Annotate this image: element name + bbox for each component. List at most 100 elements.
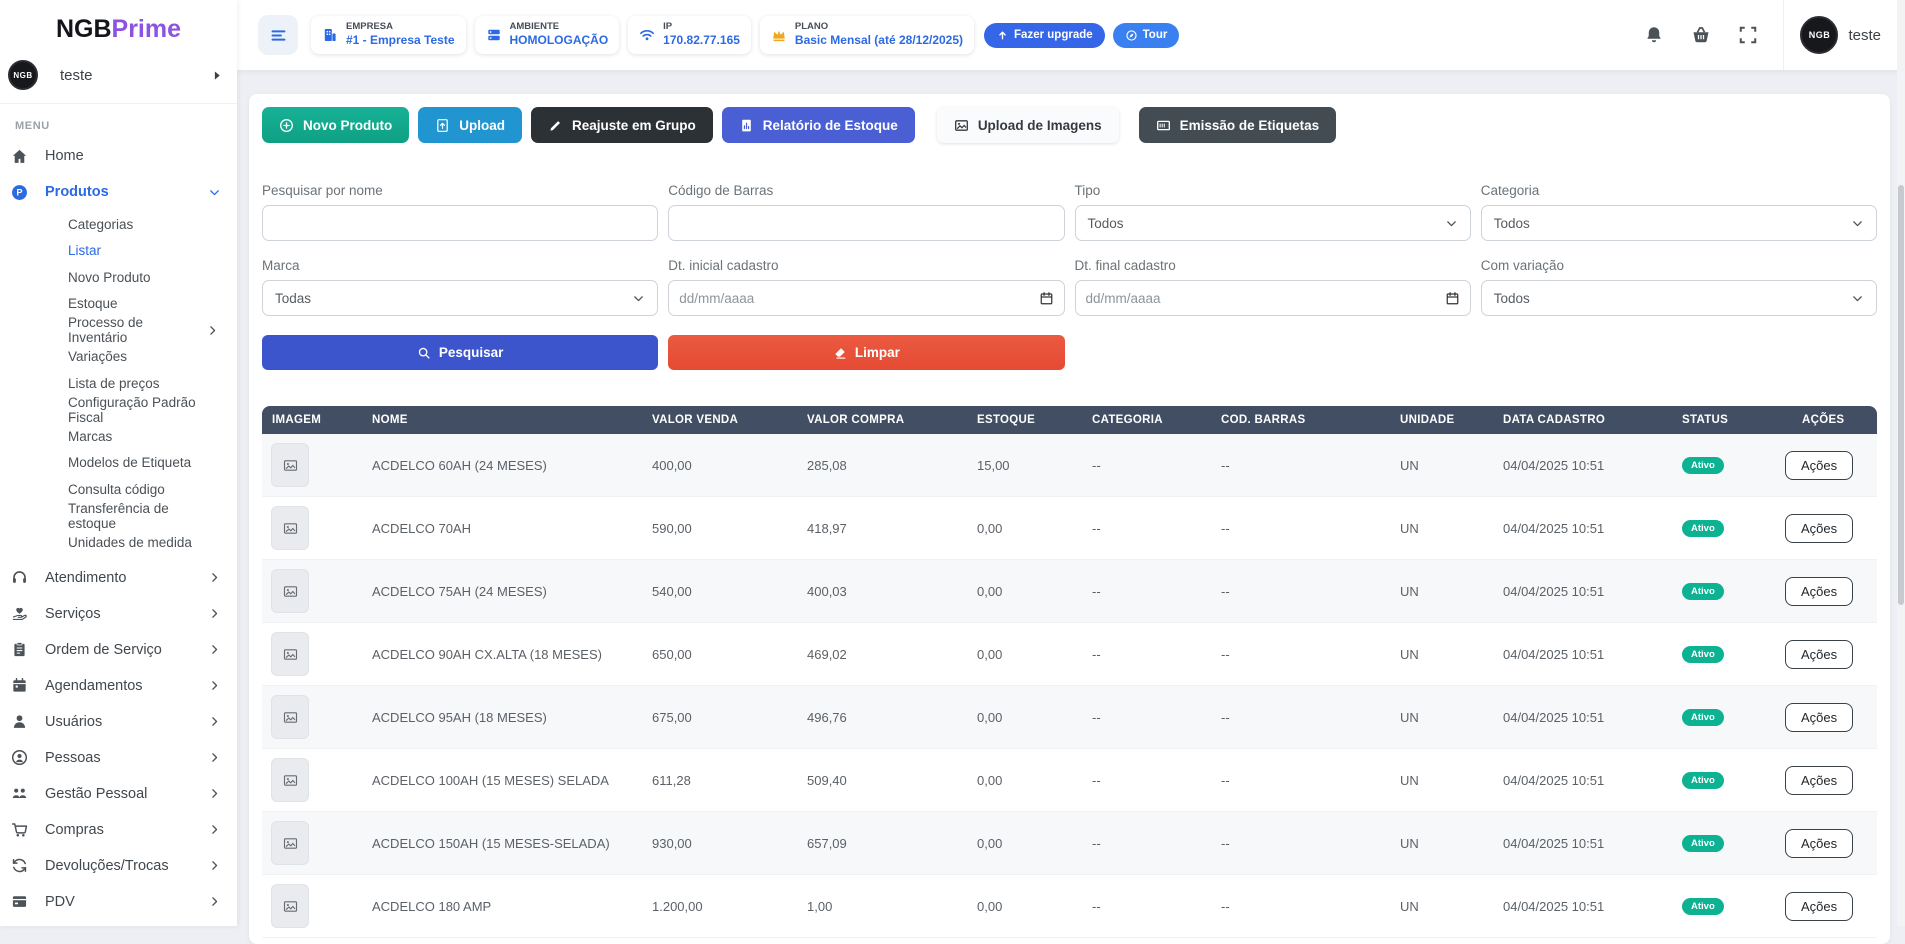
chevron-down-icon <box>208 186 221 199</box>
emissao-de-etiquetas-button[interactable]: Emissão de Etiquetas <box>1139 107 1337 143</box>
arrow-up-icon <box>996 29 1009 42</box>
sidebar-item-categorias[interactable]: Categorias <box>0 211 237 238</box>
product-image-placeholder[interactable] <box>271 443 309 487</box>
upload-de-imagens-button[interactable]: Upload de Imagens <box>937 107 1119 143</box>
product-image-placeholder[interactable] <box>271 569 309 613</box>
row-actions-button[interactable]: Ações <box>1785 640 1853 669</box>
sidebar-item-estoque[interactable]: Estoque <box>0 291 237 318</box>
filter-label: Marca <box>262 258 658 273</box>
row-actions-button[interactable]: Ações <box>1785 766 1853 795</box>
row-actions-button[interactable]: Ações <box>1785 703 1853 732</box>
marca-select[interactable]: Todas <box>262 280 658 316</box>
cell-cod-barras: -- <box>1201 710 1380 725</box>
product-image-placeholder[interactable] <box>271 632 309 676</box>
product-image-placeholder[interactable] <box>271 758 309 802</box>
products-card: Novo ProdutoUpload Reajuste em Grupo Relat… <box>249 94 1890 944</box>
services-icon <box>11 605 28 622</box>
sidebar-item-modelos-de-etiqueta[interactable]: Modelos de Etiqueta <box>0 450 237 477</box>
sidebar-item-pdv[interactable]: PDV <box>0 884 237 920</box>
sidebar-item-novo-produto[interactable]: Novo Produto <box>0 264 237 291</box>
codigo-de-barras-input[interactable] <box>668 205 1064 241</box>
cell-estoque: 0,00 <box>957 647 1072 662</box>
clear-button[interactable]: Limpar <box>668 335 1064 370</box>
logo-text-accent: Prime <box>112 15 181 43</box>
dt-inicial-cadastro-input[interactable]: dd/mm/aaaa <box>668 280 1064 316</box>
sidebar-item-servicos[interactable]: Serviços <box>0 596 237 632</box>
env-chip-empresa[interactable]: EMPRESA#1 - Empresa Teste <box>311 16 466 54</box>
env-chip-ip[interactable]: IP170.82.77.165 <box>628 16 751 54</box>
page-scrollbar[interactable] <box>1897 0 1905 926</box>
sidebar-item-lista-de-precos[interactable]: Lista de preços <box>0 370 237 397</box>
row-actions-button[interactable]: Ações <box>1785 829 1853 858</box>
tour-button[interactable]: Tour <box>1113 23 1180 48</box>
sidebar-item-variacoes[interactable]: Variações <box>0 344 237 371</box>
sidebar-item-processo-de-inventario[interactable]: Processo de Inventário <box>0 317 237 344</box>
sidebar-item-atendimento[interactable]: Atendimento <box>0 560 237 596</box>
cell-data-cadastro: 04/04/2025 10:51 <box>1483 458 1662 473</box>
server-icon <box>486 27 502 43</box>
headset-icon <box>11 569 28 586</box>
env-chip-ambiente[interactable]: AMBIENTEHOMOLOGAÇÃO <box>475 16 620 54</box>
fullscreen-button[interactable] <box>1738 25 1758 45</box>
row-actions-button[interactable]: Ações <box>1785 577 1853 606</box>
sidebar-item-pessoas[interactable]: Pessoas <box>0 740 237 776</box>
chevron-right-icon <box>208 823 221 836</box>
plus-circle-icon <box>279 118 294 133</box>
chevron-right-icon <box>208 571 221 584</box>
row-actions-button[interactable]: Ações <box>1785 451 1853 480</box>
sidebar: NGBPrime NGB teste MENU HomePProdutosCat… <box>0 0 237 926</box>
sidebar-item-produtos[interactable]: PProdutos <box>0 174 237 210</box>
upgrade-button[interactable]: Fazer upgrade <box>984 23 1105 48</box>
pesquisar-por-nome-input[interactable] <box>262 205 658 241</box>
filter-field-dt-final-cadastro: Dt. final cadastrodd/mm/aaaa <box>1075 258 1471 316</box>
sidebar-item-unidades-de-medida[interactable]: Unidades de medida <box>0 529 237 556</box>
button-label: Reajuste em Grupo <box>572 118 696 133</box>
row-actions-button[interactable]: Ações <box>1785 514 1853 543</box>
upload-button[interactable]: Upload <box>418 107 522 143</box>
sidebar-item-devolucoes-trocas[interactable]: Devoluções/Trocas <box>0 848 237 884</box>
sidebar-item-home[interactable]: Home <box>0 138 237 174</box>
chip-label: AMBIENTE <box>510 21 609 33</box>
logo-text-bold: NGB <box>56 15 112 43</box>
cell-name: ACDELCO 180 AMP <box>352 899 632 914</box>
relatorio-de-estoque-button[interactable]: Relatório de Estoque <box>722 107 915 143</box>
categoria-select[interactable]: Todos <box>1481 205 1877 241</box>
product-image-placeholder[interactable] <box>271 695 309 739</box>
cart-icon <box>11 821 28 838</box>
status-badge: Ativo <box>1682 457 1724 474</box>
sidebar-item-listar[interactable]: Listar <box>0 238 237 265</box>
sidebar-item-ordem-de-servico[interactable]: Ordem de Serviço <box>0 632 237 668</box>
product-image-placeholder[interactable] <box>271 821 309 865</box>
com-variacao-select[interactable]: Todos <box>1481 280 1877 316</box>
basket-button[interactable] <box>1691 25 1711 45</box>
filters-grid: Pesquisar por nomeCódigo de BarrasTipoTo… <box>262 183 1877 316</box>
product-image-placeholder[interactable] <box>271 884 309 928</box>
fullscreen-icon <box>1738 25 1758 45</box>
sidebar-item-transferencia-de-estoque[interactable]: Transferência de estoque <box>0 503 237 530</box>
notifications-button[interactable] <box>1644 25 1664 45</box>
sidebar-item-marcas[interactable]: Marcas <box>0 423 237 450</box>
sidebar-toggle-button[interactable] <box>258 15 298 55</box>
sidebar-item-gestao-pessoal[interactable]: Gestão Pessoal <box>0 776 237 812</box>
tipo-select[interactable]: Todos <box>1075 205 1471 241</box>
reajuste-em-grupo-button[interactable]: Reajuste em Grupo <box>531 107 713 143</box>
user-menu[interactable]: NGB teste <box>1783 0 1905 70</box>
cell-cod-barras: -- <box>1201 899 1380 914</box>
dt-final-cadastro-input[interactable]: dd/mm/aaaa <box>1075 280 1471 316</box>
product-image-placeholder[interactable] <box>271 506 309 550</box>
sidebar-item-configuracao-padrao-fiscal[interactable]: Configuração Padrão Fiscal <box>0 397 237 424</box>
novo-produto-button[interactable]: Novo Produto <box>262 107 409 143</box>
table-row: ACDELCO 180 AMP1.200,001,000,00----UN04/… <box>262 875 1877 938</box>
pencil-icon <box>548 118 563 133</box>
cell-name: ACDELCO 95AH (18 MESES) <box>352 710 632 725</box>
sidebar-item-compras[interactable]: Compras <box>0 812 237 848</box>
search-button[interactable]: Pesquisar <box>262 335 658 370</box>
sidebar-item-usuarios[interactable]: Usuários <box>0 704 237 740</box>
env-chip-plano[interactable]: PLANOBasic Mensal (até 28/12/2025) <box>760 16 974 54</box>
sidebar-user-menu[interactable]: NGB teste <box>0 56 237 104</box>
sidebar-item-agendamentos[interactable]: Agendamentos <box>0 668 237 704</box>
row-actions-button[interactable]: Ações <box>1785 892 1853 921</box>
sidebar-item-consulta-codigo[interactable]: Consulta código <box>0 476 237 503</box>
scrollbar-thumb[interactable] <box>1898 185 1904 605</box>
table-row: ACDELCO 70AH590,00418,970,00----UN04/04/… <box>262 497 1877 560</box>
